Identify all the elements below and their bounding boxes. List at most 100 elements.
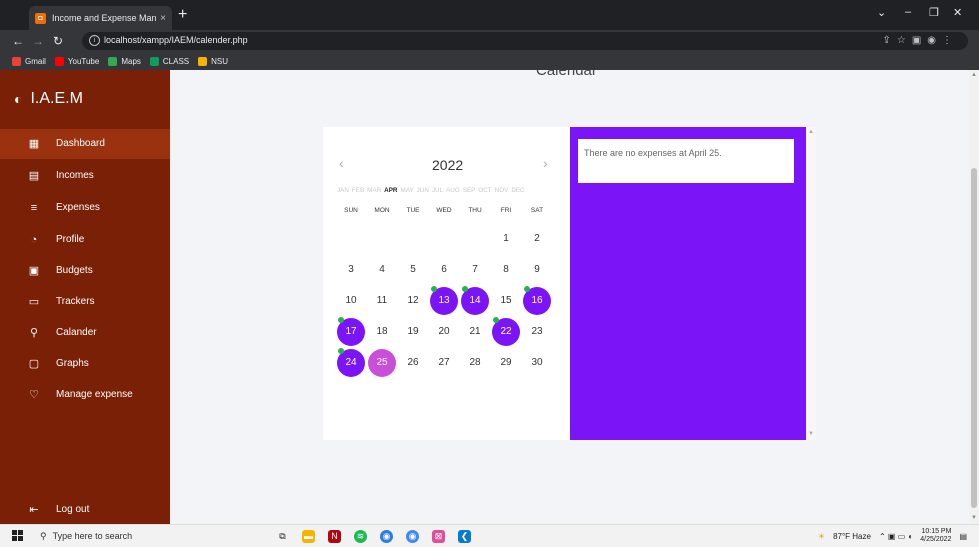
calendar-day[interactable]: 26 [398, 348, 428, 378]
browser-tab[interactable]: ◘ Income and Expense Manageme... × [29, 6, 172, 30]
calendar-day[interactable]: 21 [460, 317, 490, 347]
next-year-button[interactable]: › [543, 155, 548, 171]
back-button[interactable]: ← [12, 33, 24, 49]
calendar-day[interactable]: 7 [460, 255, 490, 285]
task-view-icon[interactable]: ⧉ [276, 530, 289, 543]
panel-scrollbar[interactable]: ▲ ▼ [806, 127, 816, 440]
calendar-day[interactable]: 11 [367, 286, 397, 316]
calendar-day-selected[interactable]: 25 [368, 349, 396, 377]
calendar-day[interactable]: 15 [491, 286, 521, 316]
search-icon: ⚲ [40, 530, 47, 541]
weather-text[interactable]: 87°F Haze [833, 532, 871, 541]
bookmark-gmail[interactable]: Gmail [12, 56, 46, 66]
month-jan[interactable]: JAN [337, 187, 349, 194]
search-placeholder: Type here to search [52, 531, 133, 541]
page-scrollbar[interactable]: ▲ ▼ [969, 70, 979, 524]
month-mar[interactable]: MAR [367, 187, 381, 194]
taskbar-clock[interactable]: 10:15 PM 4/25/2022 [920, 528, 951, 544]
new-tab-button[interactable]: + [178, 6, 187, 24]
bookmark-youtube[interactable]: YouTube [54, 56, 99, 66]
month-selector: JAN FEB MAR APR MAY JUN JUL AUG SEP OCT NOV DEC [337, 187, 525, 194]
scroll-down-icon[interactable]: ▼ [971, 515, 977, 521]
trackers-icon: ▭ [28, 296, 40, 308]
calendar-day[interactable]: 30 [522, 348, 552, 378]
close-window-button[interactable]: ✕ [953, 6, 962, 19]
sidebar-item-label: Manage expense [56, 389, 133, 400]
scroll-thumb[interactable] [971, 168, 977, 508]
windows-start-icon[interactable] [12, 530, 23, 541]
chrome-profile-icon[interactable]: ◉ [406, 530, 419, 543]
month-apr[interactable]: APR [384, 187, 397, 194]
calendar-day[interactable]: 10 [336, 286, 366, 316]
taskbar-search-input[interactable]: ⚲ Type here to search [34, 527, 224, 545]
sidebar-item-budgets[interactable]: ▣ Budgets [0, 256, 170, 286]
month-aug[interactable]: AUG [446, 187, 460, 194]
tab-close-icon[interactable]: × [160, 13, 166, 24]
logout-button[interactable]: ⇤ Log out [0, 495, 170, 524]
windows-taskbar: ⚲ Type here to search ⧉ ▬ N ≋ ◉ ◉ ⊠ ❮ ☀ … [0, 524, 979, 547]
brand-logo[interactable]: ◐ I.A.E.M [14, 90, 83, 108]
sidebar-item-incomes[interactable]: ▤ Incomes [0, 161, 170, 191]
chevron-down-icon[interactable]: ⌄ [877, 6, 886, 19]
sidebar-item-calander[interactable]: ⚲ Calander [0, 318, 170, 348]
site-info-icon[interactable]: i [89, 35, 100, 46]
bookmark-class[interactable]: CLASS [149, 56, 189, 66]
profile-icon: ◔ [30, 234, 38, 246]
forward-button[interactable]: → [32, 33, 44, 49]
scroll-up-icon[interactable]: ▲ [971, 72, 977, 78]
calendar-day[interactable]: 8 [491, 255, 521, 285]
calendar-day[interactable]: 20 [429, 317, 459, 347]
prev-year-button[interactable]: ‹ [339, 155, 344, 171]
url-text: localhost/xampp/IAEM/calender.php [104, 35, 248, 45]
month-sep[interactable]: SEP [463, 187, 476, 194]
bookmark-nsu[interactable]: NSU [198, 56, 228, 66]
sidebar-item-label: Graphs [56, 358, 89, 369]
scroll-down-icon[interactable]: ▼ [808, 431, 814, 437]
calendar-day[interactable]: 6 [429, 255, 459, 285]
sidebar-item-profile[interactable]: ◔ Profile [0, 225, 170, 255]
calendar-day[interactable]: 9 [522, 255, 552, 285]
calendar-day[interactable]: 29 [491, 348, 521, 378]
calendar-day[interactable]: 3 [336, 255, 366, 285]
calendar-day[interactable]: 23 [522, 317, 552, 347]
calendar-day[interactable]: 5 [398, 255, 428, 285]
month-oct[interactable]: OCT [478, 187, 491, 194]
minimize-button[interactable]: – [905, 6, 911, 18]
calendar-day[interactable]: 27 [429, 348, 459, 378]
browser-actions-icons[interactable]: ⇪☆▣◉⋮ [882, 35, 958, 46]
sidebar-item-dashboard[interactable]: ▦ Dashboard [0, 129, 170, 159]
calendar-day[interactable]: 18 [367, 317, 397, 347]
notification-icon[interactable]: ▤ [959, 532, 967, 541]
expense-detail-panel: There are no expenses at April 25. ▲ ▼ [570, 127, 816, 440]
sidebar-item-expenses[interactable]: ≡ Expenses [0, 193, 170, 223]
month-nov[interactable]: NOV [495, 187, 509, 194]
weather-icon[interactable]: ☀ [818, 532, 825, 541]
sidebar-item-trackers[interactable]: ▭ Trackers [0, 287, 170, 317]
reload-button[interactable]: ↻ [53, 33, 63, 49]
calendar-day[interactable]: 12 [398, 286, 428, 316]
chrome-icon[interactable]: ◉ [380, 530, 393, 543]
month-dec[interactable]: DEC [511, 187, 524, 194]
calendar-day[interactable]: 4 [367, 255, 397, 285]
netflix-icon[interactable]: N [328, 530, 341, 543]
calendar-year: 2022 [432, 157, 464, 173]
restore-button[interactable]: ❐ [929, 6, 939, 19]
month-jun[interactable]: JUN [417, 187, 429, 194]
month-may[interactable]: MAY [400, 187, 413, 194]
sidebar-item-graphs[interactable]: ▢ Graphs [0, 349, 170, 379]
calendar-day[interactable]: 2 [522, 224, 552, 254]
bookmark-maps[interactable]: Maps [108, 56, 141, 66]
month-feb[interactable]: FEB [352, 187, 364, 194]
url-input[interactable]: i localhost/xampp/IAEM/calender.php ⇪☆▣◉… [82, 32, 968, 50]
calendar-day[interactable]: 19 [398, 317, 428, 347]
xampp-icon[interactable]: ⊠ [432, 530, 445, 543]
month-jul[interactable]: JUL [432, 187, 443, 194]
calendar-day[interactable]: 28 [460, 348, 490, 378]
scroll-up-icon[interactable]: ▲ [808, 129, 814, 135]
sidebar-item-manage-expense[interactable]: ♡ Manage expense [0, 380, 170, 410]
calendar-day[interactable]: 1 [491, 224, 521, 254]
vscode-icon[interactable]: ❮ [458, 530, 471, 543]
file-explorer-icon[interactable]: ▬ [302, 530, 315, 543]
spotify-icon[interactable]: ≋ [354, 530, 367, 543]
tray-icons[interactable]: ⌃ ▣ ▭ ◖ [879, 532, 912, 541]
